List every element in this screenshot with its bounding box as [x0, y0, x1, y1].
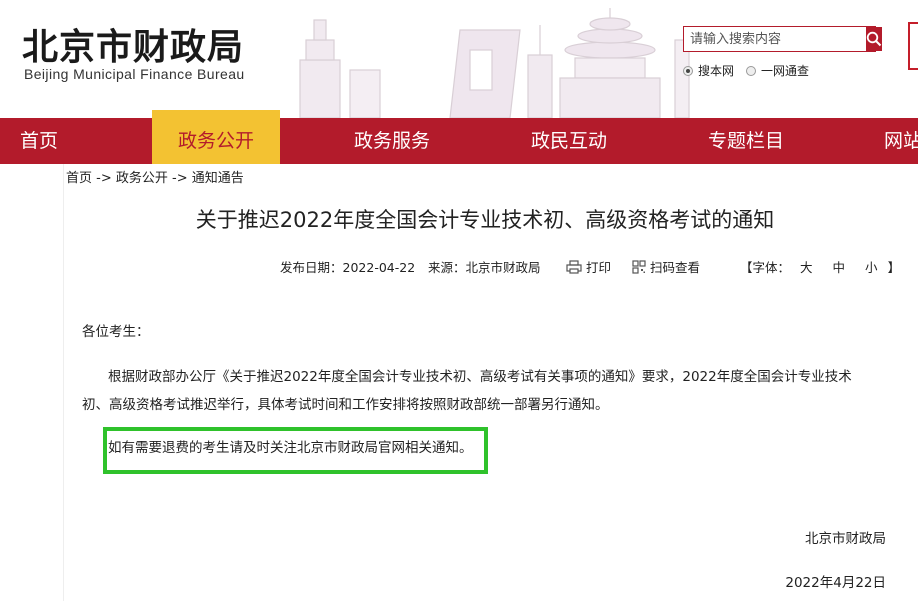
article-title: 关于推迟2022年度全国会计专业技术初、高级资格考试的通知	[0, 204, 918, 234]
font-size-small[interactable]: 小	[865, 257, 878, 276]
article-paragraph-1-line-1: 根据财政部办公厅《关于推迟2022年度全国会计专业技术初、高级考试有关事项的通知…	[108, 363, 852, 391]
search-icon	[866, 31, 882, 47]
qr-view-label: 扫码查看	[650, 257, 700, 276]
search-button[interactable]	[866, 27, 882, 51]
breadcrumb-home[interactable]: 首页	[66, 171, 92, 186]
publish-date-label: 发布日期：	[280, 260, 343, 275]
font-size-label: 【字体：	[740, 260, 790, 275]
font-size-control: 【字体： 大 中小】	[740, 257, 900, 276]
radio-unselected-icon	[746, 66, 756, 76]
search-bar	[683, 26, 876, 52]
font-size-close: 】	[888, 260, 901, 275]
search-scope: 搜本网 一网通查	[683, 62, 821, 79]
nav-item-gov-affairs[interactable]: 政务公开	[152, 110, 280, 164]
nav-item-services[interactable]: 政务服务	[354, 118, 430, 164]
main-nav: 首页 政务公开 政务服务 政民互动 专题栏目 网站	[0, 118, 918, 164]
highlight-box	[103, 427, 488, 474]
nav-item-topics[interactable]: 专题栏目	[708, 118, 784, 164]
seal-emblem-icon	[908, 22, 918, 70]
scope-radio-all[interactable]: 一网通查	[746, 62, 809, 79]
breadcrumb-section[interactable]: 政务公开	[116, 171, 168, 186]
qr-code-icon	[632, 260, 646, 274]
source-value: 北京市财政局	[466, 260, 541, 275]
qr-view-button[interactable]: 扫码查看	[632, 257, 700, 277]
article-date: 2022年4月22日	[785, 571, 886, 591]
scope-radio-site[interactable]: 搜本网	[683, 62, 734, 79]
publish-date: 发布日期：2022-04-22	[280, 257, 415, 276]
print-button[interactable]: 打印	[566, 257, 611, 277]
breadcrumb-separator: ->	[168, 171, 192, 186]
nav-item-site[interactable]: 网站	[884, 118, 918, 164]
breadcrumb-current[interactable]: 通知通告	[192, 171, 244, 186]
scope-label-all: 一网通查	[761, 62, 809, 79]
font-size-medium[interactable]: 中	[833, 257, 846, 276]
breadcrumb-separator: ->	[92, 171, 116, 186]
site-header: 北京市财政局 Beijing Municipal Finance Bureau …	[0, 0, 918, 118]
breadcrumb: 首页 -> 政务公开 -> 通知通告	[66, 167, 244, 186]
source-label: 来源：	[428, 260, 466, 275]
article-salutation: 各位考生：	[82, 318, 150, 346]
nav-item-home[interactable]: 首页	[20, 118, 58, 164]
font-size-large[interactable]: 大	[800, 257, 813, 276]
radio-selected-icon	[683, 66, 693, 76]
print-label: 打印	[586, 257, 611, 276]
article-source: 来源：北京市财政局	[428, 257, 541, 276]
printer-icon	[566, 260, 582, 274]
article-signature: 北京市财政局	[805, 527, 886, 547]
site-logo-title[interactable]: 北京市财政局	[22, 18, 244, 70]
article-paragraph-1-line-2: 初、高级资格考试推迟举行，具体考试时间和工作安排将按照财政部统一部署另行通知。	[82, 391, 609, 419]
nav-item-interaction[interactable]: 政民互动	[531, 118, 607, 164]
publish-date-value: 2022-04-22	[343, 260, 416, 275]
site-logo-subtitle: Beijing Municipal Finance Bureau	[24, 66, 245, 82]
scope-label-site: 搜本网	[698, 62, 734, 79]
search-input[interactable]	[684, 27, 866, 51]
skyline-illustration	[280, 0, 700, 118]
